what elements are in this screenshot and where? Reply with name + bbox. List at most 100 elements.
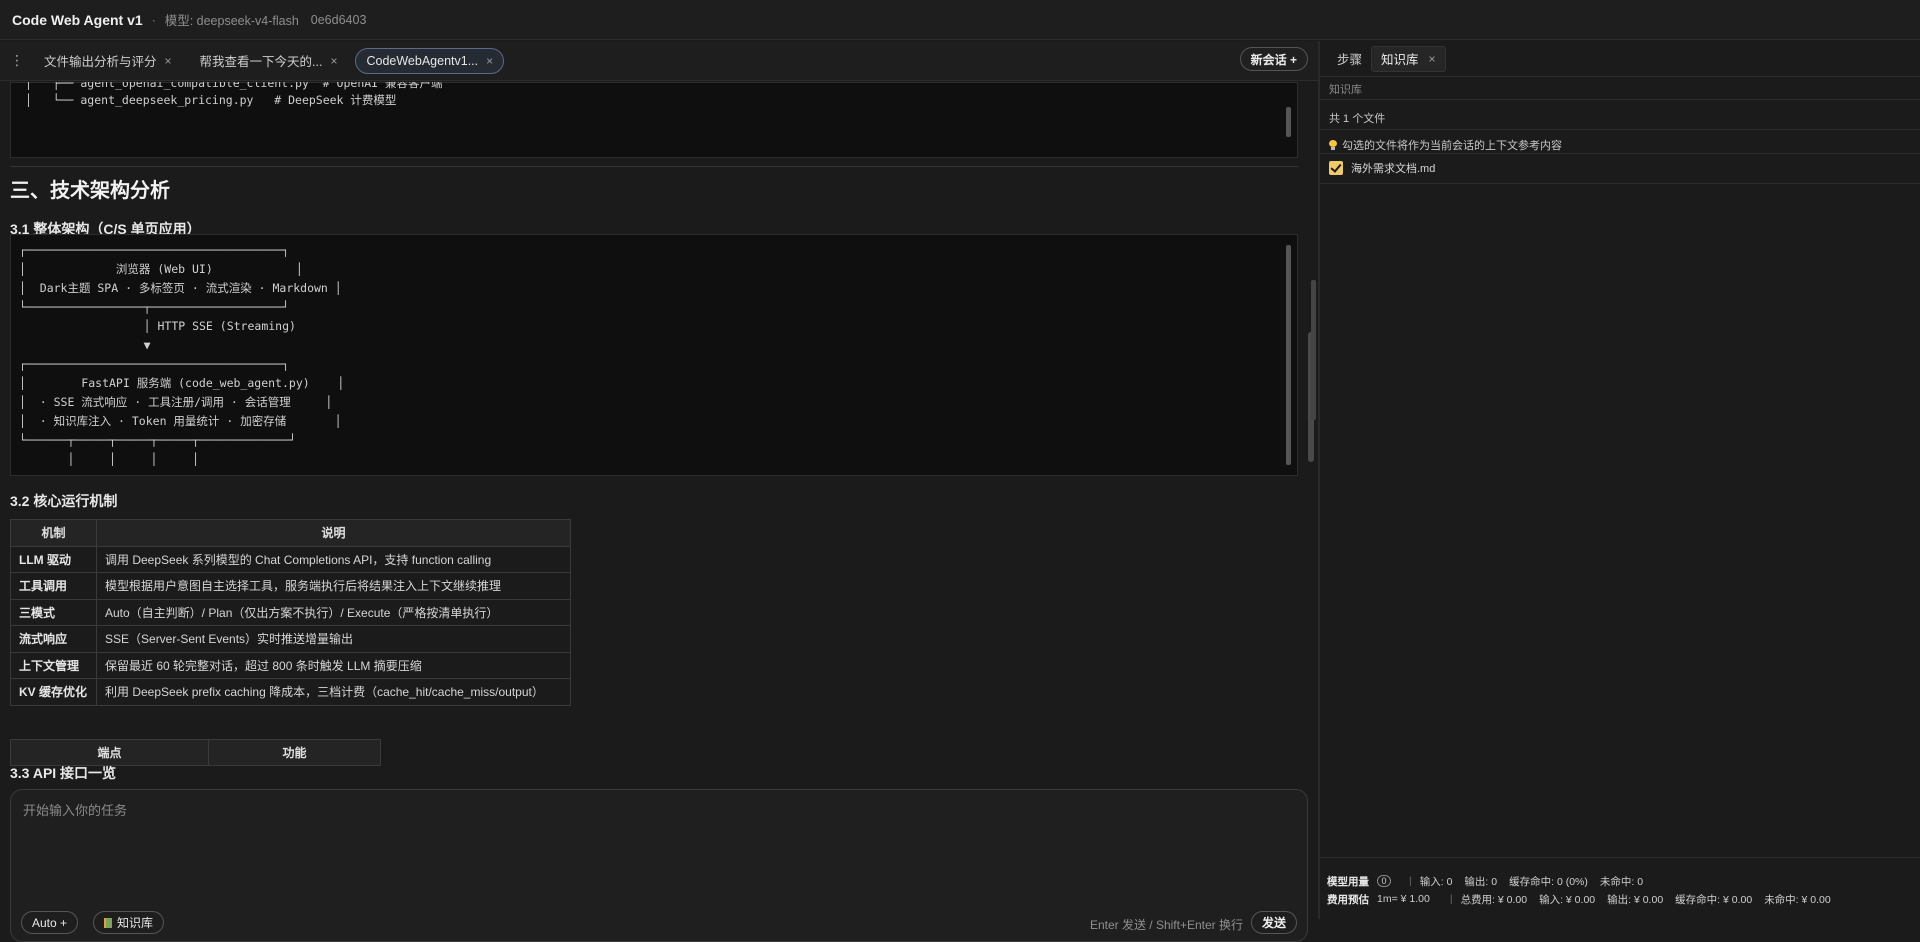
main-scrollbar-thumb[interactable] <box>1311 280 1316 420</box>
usage-stats: 模型用量 0 | 输入: 0 输出: 0 缓存命中: 0 (0%) 未命中: 0… <box>1327 872 1843 908</box>
cell-key: KV 缓存优化 <box>10 678 97 706</box>
tab-session-2[interactable]: 帮我查看一下今天的... × <box>190 48 348 74</box>
divider <box>10 166 1298 167</box>
cost-output: 输出: ¥ 0.00 <box>1607 893 1664 906</box>
diagram-line: └──────┬─────┬─────┬─────┬─────────────┘ <box>19 433 296 447</box>
chat-pane: ⋮ 文件输出分析与评分 × 帮我查看一下今天的... × CodeWebAgen… <box>0 41 1318 942</box>
subheading-api: 3.3 API 接口一览 <box>10 765 117 781</box>
table-row: LLM 驱动 调用 DeepSeek 系列模型的 Chat Completions… <box>10 545 571 573</box>
close-icon[interactable]: × <box>1429 52 1436 66</box>
divider <box>1320 99 1920 100</box>
diagram-line: │ 浏览器 (Web UI) │ <box>19 262 303 276</box>
usage-row: 模型用量 0 | 输入: 0 输出: 0 缓存命中: 0 (0%) 未命中: 0 <box>1327 872 1843 890</box>
cost-input: 输入: ¥ 0.00 <box>1539 893 1596 906</box>
tab-label: 文件输出分析与评分 <box>44 55 157 69</box>
model-label: 模型: deepseek-v4-flash <box>164 14 299 28</box>
diagram-line: │ HTTP SSE (Streaming) <box>19 319 296 333</box>
file-checkbox[interactable] <box>1329 161 1343 175</box>
cell-key: 工具调用 <box>10 572 97 600</box>
task-input-box: Auto + 知识库 Enter 发送 / Shift+Enter 换行 发送 <box>10 789 1308 942</box>
book-icon <box>104 917 112 928</box>
content-scrollbar[interactable] <box>1308 82 1314 817</box>
code-scrollbar[interactable] <box>1286 83 1291 153</box>
tab-label: 帮我查看一下今天的... <box>199 55 323 69</box>
cell-key: LLM 驱动 <box>10 545 97 573</box>
cell-key: 三模式 <box>10 598 97 626</box>
knowledge-base-label: 知识库 <box>117 916 154 930</box>
diagram-line: │ · SSE 流式响应 · 工具注册/调用 · 会话管理 │ <box>19 395 333 409</box>
diagram-line: ▼ <box>19 338 151 352</box>
table-row: 三模式 Auto（自主判断）/ Plan（仅出方案不执行）/ Execute（严格… <box>10 598 571 626</box>
session-hash: 0e6d6403 <box>310 12 367 27</box>
side-panel-tabs: 步骤 知识库 × <box>1320 41 1920 77</box>
cell-value: 调用 DeepSeek 系列模型的 Chat Completions API，支… <box>96 545 571 573</box>
file-name: 海外需求文档.md <box>1351 163 1436 175</box>
tip-label: 勾选的文件将作为当前会话的上下文参考内容 <box>1342 140 1562 152</box>
usage-input: 输入: 0 <box>1419 875 1453 888</box>
knowledge-base-button[interactable]: 知识库 <box>93 911 165 934</box>
cell-value: 模型根据用户意图自主选择工具，服务端执行后将结果注入上下文继续推理 <box>96 572 571 600</box>
diagram-line: │ │ │ │ <box>19 452 200 466</box>
diagram-line: │ FastAPI 服务端 (code_web_agent.py) │ <box>19 376 345 390</box>
tab-label: CodeWebAgentv1... <box>366 53 479 68</box>
tab-session-3-active[interactable]: CodeWebAgentv1... × <box>355 47 505 74</box>
diagram-line: │ · 知识库注入 · Token 用量统计 · 加密存储 │ <box>19 414 342 428</box>
tab-session-1[interactable]: 文件输出分析与评分 × <box>34 48 182 74</box>
diagram-line: ┌─────────────────────────────────────┐ <box>19 243 290 257</box>
diagram-line: └─────────────────┬───────────────────┘ <box>19 300 290 314</box>
close-icon[interactable]: × <box>165 54 172 68</box>
usage-output: 输出: 0 <box>1464 875 1498 888</box>
cost-rate: 1m= ¥ 1.00 <box>1377 893 1430 905</box>
more-menu-icon[interactable]: ⋮ <box>0 52 34 69</box>
tab-knowledge-base[interactable]: 知识库 × <box>1371 45 1446 72</box>
usage-count-badge: 0 <box>1377 875 1391 887</box>
usage-cache-miss: 未命中: 0 <box>1599 875 1644 888</box>
separator: | <box>1449 893 1453 905</box>
divider <box>1320 129 1920 130</box>
separator: | <box>1409 875 1412 887</box>
close-icon[interactable]: × <box>330 54 337 68</box>
mechanism-table: 机制 说明 LLM 驱动 调用 DeepSeek 系列模型的 Chat Compl… <box>10 519 571 706</box>
tip-text: 勾选的文件将作为当前会话的上下文参考内容 <box>1329 137 1562 153</box>
list-item[interactable]: 海外需求文档.md <box>1329 160 1435 176</box>
cell-key: 流式响应 <box>10 625 97 653</box>
divider <box>1320 153 1920 154</box>
tab-label: 步骤 <box>1337 53 1363 67</box>
tab-steps[interactable]: 步骤 <box>1328 46 1371 72</box>
table-row: KV 缓存优化 利用 DeepSeek prefix caching 降成本，三档… <box>10 678 571 706</box>
cost-cache-miss: 未命中: ¥ 0.00 <box>1764 893 1831 906</box>
divider <box>1320 857 1920 858</box>
task-input[interactable] <box>23 800 1293 870</box>
mode-selector-button[interactable]: Auto + <box>21 911 79 934</box>
panel-heading: 知识库 <box>1329 84 1362 96</box>
session-tabs-bar: ⋮ 文件输出分析与评分 × 帮我查看一下今天的... × CodeWebAgen… <box>0 41 1318 81</box>
side-panel: 步骤 知识库 × 知识库 共 1 个文件 勾选的文件将作为当前会话的上下文参考内… <box>1320 41 1920 919</box>
lightbulb-icon <box>1329 140 1337 150</box>
tab-label: 知识库 <box>1381 53 1419 67</box>
cell-key: 上下文管理 <box>10 651 97 679</box>
usage-label: 模型用量 <box>1327 875 1369 888</box>
code-scrollbar[interactable] <box>1286 245 1291 471</box>
top-bar: Code Web Agent v1 · 模型: deepseek-v4-flas… <box>0 0 1920 40</box>
app-title: Code Web Agent v1 <box>12 11 143 28</box>
table-header: 机制 <box>10 519 97 547</box>
cost-label: 费用预估 <box>1327 893 1369 906</box>
table-header: 端点 <box>10 739 209 766</box>
code-block-architecture: ┌─────────────────────────────────────┐ … <box>10 234 1298 476</box>
title-separator: · <box>151 12 156 27</box>
close-icon[interactable]: × <box>486 54 493 68</box>
cell-value: Auto（自主判断）/ Plan（仅出方案不执行）/ Execute（严格按清单… <box>96 598 571 626</box>
code-block-file-tree: │ ├── agent_openai_compatible_client.py … <box>10 82 1298 158</box>
subheading-mechanism: 3.2 核心运行机制 <box>10 493 118 509</box>
table-row: 流式响应 SSE（Server-Sent Events）实时推送增量输出 <box>10 625 571 653</box>
diagram-line: ┌─────────────────────────────────────┐ <box>19 357 290 371</box>
send-button[interactable]: 发送 <box>1250 911 1297 934</box>
new-session-button[interactable]: 新会话 + <box>1239 47 1308 71</box>
cost-total: 总费用: ¥ 0.00 <box>1460 893 1528 906</box>
table-header: 说明 <box>96 519 571 547</box>
api-table: 端点 功能 <box>10 739 381 766</box>
diagram-line: ▼ ▼ ▼ ▼ <box>19 471 199 475</box>
cell-value: SSE（Server-Sent Events）实时推送增量输出 <box>96 625 571 653</box>
divider <box>1320 183 1920 184</box>
cost-row: 费用预估 1m= ¥ 1.00 | 总费用: ¥ 0.00 输入: ¥ 0.00… <box>1327 890 1843 908</box>
